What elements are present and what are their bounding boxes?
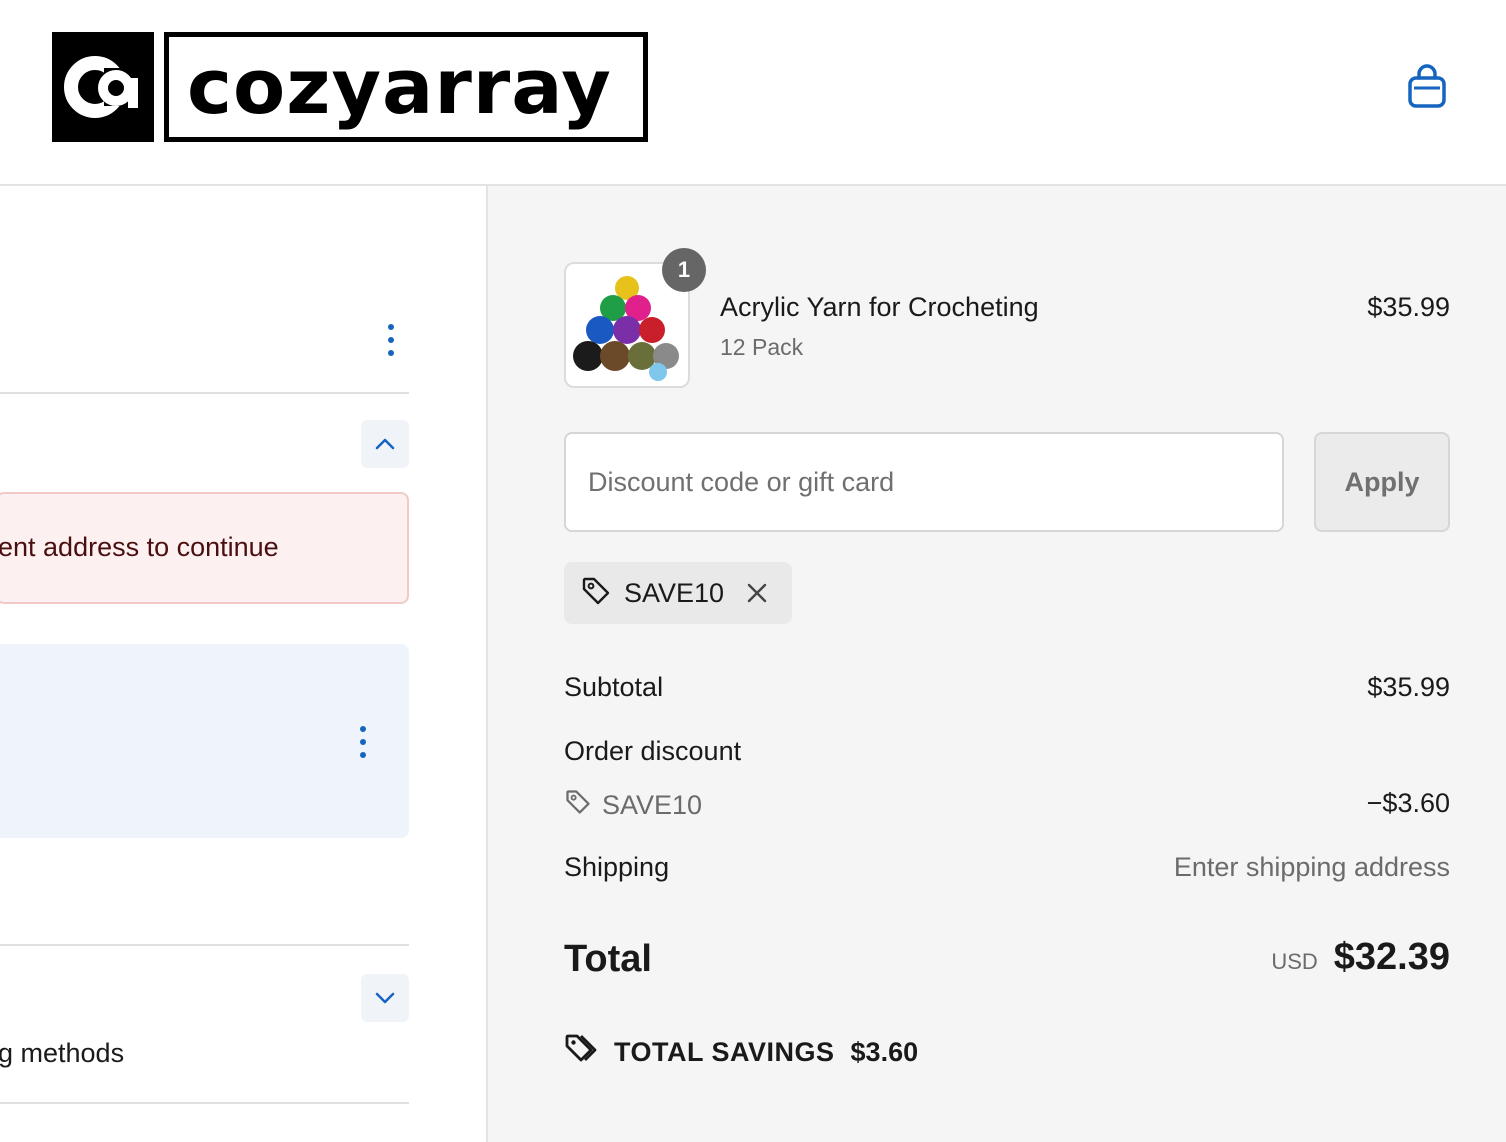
apply-discount-button[interactable]: Apply <box>1314 432 1450 532</box>
remove-discount-icon[interactable] <box>744 580 770 606</box>
logo-wordmark: cozyarray <box>164 32 648 142</box>
quantity-badge: 1 <box>662 248 706 292</box>
logo-mark <box>52 32 154 142</box>
order-discount-code-row: SAVE10 <box>564 788 702 823</box>
discount-code-input[interactable] <box>564 432 1284 532</box>
product-price: $35.99 <box>1367 292 1450 322</box>
selected-option-card[interactable] <box>0 644 409 838</box>
total-savings-value: $3.60 <box>850 1037 919 1067</box>
shipping-methods-label: g methods <box>0 1038 125 1068</box>
total-value: $32.39 <box>1333 936 1450 978</box>
applied-discount-chip: SAVE10 <box>564 562 792 624</box>
applied-discount-code: SAVE10 <box>624 577 725 608</box>
order-discount-value: −$3.60 <box>1366 788 1450 818</box>
brand-logo[interactable]: cozyarray <box>52 32 648 142</box>
total-label: Total <box>564 938 652 980</box>
checkout-form-panel: ent address to continue g methods <box>0 186 488 1142</box>
chevron-up-icon[interactable] <box>361 420 409 468</box>
divider <box>0 944 409 946</box>
chevron-down-icon[interactable] <box>361 974 409 1022</box>
currency-code: USD <box>1271 949 1318 974</box>
product-thumbnail: 1 <box>564 248 706 388</box>
total-savings-label: TOTAL SAVINGS <box>614 1037 835 1067</box>
shipping-label: Shipping <box>564 852 670 882</box>
divider <box>0 392 409 394</box>
shipping-value: Enter shipping address <box>1173 852 1450 882</box>
order-summary-panel: 1 Acrylic Yarn for Crocheting 12 Pack $3… <box>488 186 1506 1142</box>
site-header: cozyarray <box>0 0 1506 186</box>
total-savings: TOTAL SAVINGS $3.60 <box>564 1032 918 1073</box>
order-discount-code: SAVE10 <box>602 790 703 820</box>
address-error-text: ent address to continue <box>0 532 279 562</box>
subtotal-label: Subtotal <box>564 672 664 702</box>
subtotal-value: $35.99 <box>1367 672 1450 702</box>
more-options-icon[interactable] <box>387 324 395 356</box>
product-title: Acrylic Yarn for Crocheting <box>720 292 1039 322</box>
savings-tag-icon <box>564 1032 598 1073</box>
divider <box>0 1102 409 1104</box>
tag-icon <box>580 575 612 612</box>
total-price: USD $32.39 <box>1271 936 1450 979</box>
more-options-icon[interactable] <box>359 726 367 758</box>
product-variant: 12 Pack <box>720 334 804 360</box>
shopping-bag-icon[interactable] <box>1406 64 1448 110</box>
order-discount-label: Order discount <box>564 736 742 766</box>
tag-icon <box>564 788 592 823</box>
